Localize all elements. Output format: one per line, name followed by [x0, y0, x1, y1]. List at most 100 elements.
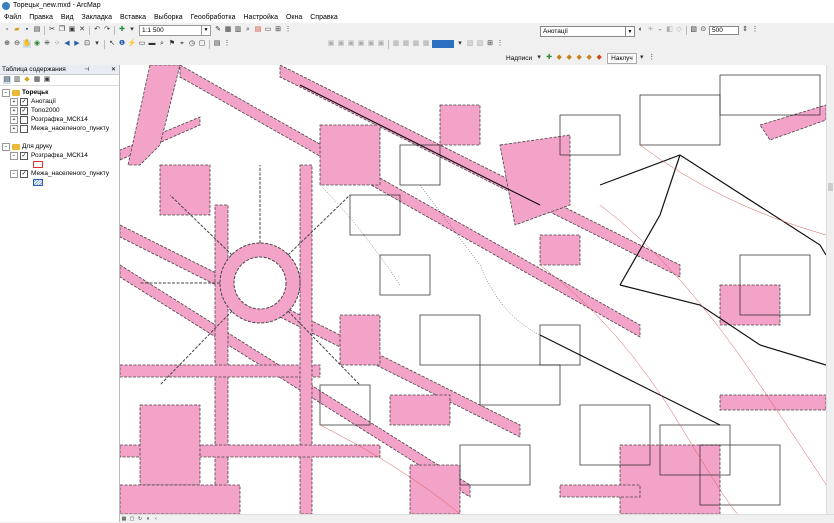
layer-checkbox[interactable]: ✓ [20, 97, 28, 106]
menu-file[interactable]: Файл [0, 14, 25, 21]
scroll-left-icon[interactable]: ‹ [153, 516, 159, 522]
list-by-drawing-order-icon[interactable]: ▤ [3, 76, 11, 84]
menu-insert[interactable]: Вставка [116, 14, 150, 21]
layout-zoom-out-icon[interactable]: ▣ [337, 40, 345, 48]
table-of-contents-icon[interactable]: ▦ [224, 26, 232, 34]
layout-grid-icon[interactable]: ▦ [412, 40, 420, 48]
toolbar-options-icon[interactable]: ⋮ [223, 40, 231, 48]
labeling-menu[interactable]: Надписи [506, 55, 532, 62]
dropdown-arrow-icon[interactable]: ▾ [93, 40, 101, 48]
open-icon[interactable]: ▰ [13, 26, 21, 34]
map-view[interactable] [120, 65, 826, 514]
menu-bookmarks[interactable]: Закладка [78, 14, 116, 21]
menu-customize[interactable]: Настройка [240, 14, 282, 21]
target-layer-combo[interactable]: Анотації ▼ [540, 26, 635, 37]
scrollbar-thumb[interactable] [828, 183, 833, 191]
map-scale-combo[interactable]: 1:1 500 ▼ [139, 24, 211, 36]
toolbar-options-icon[interactable]: ⋮ [496, 40, 504, 48]
toolbar-options-icon[interactable]: ⋮ [284, 26, 292, 34]
zoom-out-icon[interactable]: ⊖ [13, 40, 21, 48]
view-unplaced-labels-icon[interactable]: ◆ [595, 54, 603, 62]
layer-checkbox[interactable]: ✓ [20, 169, 28, 178]
menu-windows[interactable]: Окна [282, 14, 306, 21]
swipe-icon[interactable]: ◧ [666, 26, 674, 34]
label-style-button[interactable]: Наклуч [607, 52, 637, 64]
zoom-level-icon[interactable]: ⊙ [699, 26, 707, 34]
new-document-icon[interactable]: ▫ [3, 26, 11, 34]
identify-icon[interactable]: ❶ [118, 40, 126, 48]
expand-icon[interactable]: + [10, 97, 18, 106]
menu-geoprocessing[interactable]: Геообработка [187, 14, 240, 21]
chevron-down-icon[interactable]: ▼ [625, 27, 634, 36]
measure-icon[interactable]: ▬ [148, 40, 156, 48]
expand-icon[interactable]: + [10, 115, 18, 124]
spinner-icon[interactable]: ⇕ [741, 26, 749, 34]
close-icon[interactable]: ✕ [111, 66, 116, 73]
data-view-icon[interactable]: ▦ [121, 516, 127, 522]
arctoolbox-icon[interactable]: ▤ [254, 26, 262, 34]
collapse-icon[interactable]: − [2, 142, 10, 151]
layout-pan-icon[interactable]: ▣ [347, 40, 355, 48]
menu-view[interactable]: Вид [57, 14, 78, 21]
python-window-icon[interactable]: ▭ [264, 26, 272, 34]
menu-selection[interactable]: Выборка [150, 14, 187, 21]
chevron-down-icon[interactable]: ▾ [535, 54, 543, 62]
select-elements-icon[interactable]: ↖ [108, 40, 116, 48]
search-window-icon[interactable]: ⌕ [244, 26, 252, 34]
toolbar-options-icon[interactable]: ⋮ [751, 26, 759, 34]
save-icon[interactable]: ▪ [23, 26, 31, 34]
transparency-icon[interactable]: ◒ [656, 26, 664, 34]
list-by-visibility-icon[interactable]: ◆ [23, 76, 31, 84]
copy-icon[interactable]: ❐ [58, 26, 66, 34]
layout-view-icon[interactable]: ▢ [129, 516, 135, 522]
layer-checkbox[interactable]: ✓ [20, 151, 28, 160]
layout-grid-2-icon[interactable]: ▦ [422, 40, 430, 48]
contrast-icon[interactable]: ◐ [637, 26, 645, 34]
toc-options-icon[interactable]: ▣ [43, 76, 51, 84]
toc-layer-settlement-boundary[interactable]: + Межа_населеного_пункту [0, 124, 119, 133]
pause-labeling-icon[interactable]: ◆ [585, 54, 593, 62]
layout-zoom-in-icon[interactable]: ▣ [327, 40, 335, 48]
layer-checkbox[interactable]: ✓ [20, 106, 28, 115]
layout-whole-page-icon[interactable]: ▣ [377, 40, 385, 48]
label-priority-icon[interactable]: ◆ [555, 54, 563, 62]
cut-icon[interactable]: ✂ [48, 26, 56, 34]
time-slider-icon[interactable]: ◷ [188, 40, 196, 48]
toc-layer-topo2000[interactable]: + ✓ Топо2000 [0, 106, 119, 115]
layer-checkbox[interactable] [20, 124, 28, 133]
expand-icon[interactable]: + [10, 124, 18, 133]
pin-icon[interactable]: ⊣ [84, 66, 89, 73]
map-canvas[interactable] [120, 65, 826, 514]
dropdown-arrow-icon[interactable]: ▾ [128, 26, 136, 34]
fixed-zoom-in-icon[interactable]: ⁜ [43, 40, 51, 48]
label-weight-icon[interactable]: ◆ [565, 54, 573, 62]
forward-extent-icon[interactable]: ▶ [73, 40, 81, 48]
find-route-icon[interactable]: ⚑ [168, 40, 176, 48]
pause-drawing-icon[interactable]: ⏸ [145, 516, 151, 522]
layout-view-icon[interactable]: ▤ [213, 40, 221, 48]
change-layout-icon[interactable]: ▧ [476, 40, 484, 48]
map-vertical-scrollbar[interactable] [826, 65, 834, 514]
undo-icon[interactable]: ↶ [93, 26, 101, 34]
list-by-source-icon[interactable]: ▥ [13, 76, 21, 84]
model-builder-icon[interactable]: ⊞ [274, 26, 282, 34]
brightness-icon[interactable]: ☀ [647, 26, 655, 34]
toc-layer-sheet-grid-print[interactable]: − ✓ Розграфка_МСК14 [0, 151, 119, 160]
layer-checkbox[interactable] [20, 115, 28, 124]
layout-full-icon[interactable]: ▣ [357, 40, 365, 48]
menu-help[interactable]: Справка [306, 14, 341, 21]
menu-edit[interactable]: Правка [25, 14, 57, 21]
data-driven-pages-icon[interactable]: ⊞ [486, 40, 494, 48]
layout-forward-icon[interactable]: ▦ [402, 40, 410, 48]
select-by-rectangle-icon[interactable]: ⊡ [83, 40, 91, 48]
delete-icon[interactable]: ✕ [78, 26, 86, 34]
paste-icon[interactable]: ▣ [68, 26, 76, 34]
create-viewer-window-icon[interactable]: ▢ [198, 40, 206, 48]
collapse-icon[interactable]: − [2, 88, 10, 97]
catalog-icon[interactable]: ▥ [234, 26, 242, 34]
flicker-icon[interactable]: ◇ [675, 26, 683, 34]
full-extent-icon[interactable]: ◉ [33, 40, 41, 48]
go-to-xy-icon[interactable]: ⌖ [178, 40, 186, 48]
layout-actual-size-icon[interactable]: ▣ [367, 40, 375, 48]
html-popup-icon[interactable]: ▭ [138, 40, 146, 48]
